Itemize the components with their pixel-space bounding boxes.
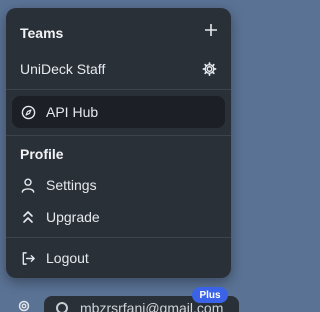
profile-title: Profile	[20, 146, 64, 162]
menu-item-label: Settings	[46, 177, 97, 193]
teams-title: Teams	[20, 25, 64, 41]
menu-item-label: Upgrade	[46, 209, 100, 225]
team-name: UniDeck Staff	[20, 61, 106, 77]
compass-icon	[20, 104, 36, 120]
menu-item-settings[interactable]: Settings	[6, 169, 231, 201]
menu-item-api-hub[interactable]: API Hub	[12, 96, 225, 128]
chevrons-up-icon	[20, 209, 36, 225]
divider	[6, 89, 231, 90]
team-item-unideck-staff[interactable]: UniDeck Staff	[6, 53, 231, 85]
settings-icon[interactable]	[16, 298, 32, 312]
account-menu: Teams UniDeck Staff API Hub Profile Sett…	[6, 8, 231, 278]
menu-item-label: Logout	[46, 250, 89, 266]
divider	[6, 237, 231, 238]
logout-icon	[20, 250, 36, 266]
menu-item-logout[interactable]: Logout	[6, 242, 231, 274]
plus-icon[interactable]	[203, 22, 219, 38]
menu-item-label: API Hub	[46, 104, 99, 120]
plan-badge: Plus	[192, 287, 228, 303]
user-icon	[20, 177, 36, 193]
avatar	[56, 302, 68, 312]
gear-icon[interactable]	[202, 62, 217, 77]
divider	[6, 135, 231, 136]
menu-item-upgrade[interactable]: Upgrade	[6, 201, 231, 233]
